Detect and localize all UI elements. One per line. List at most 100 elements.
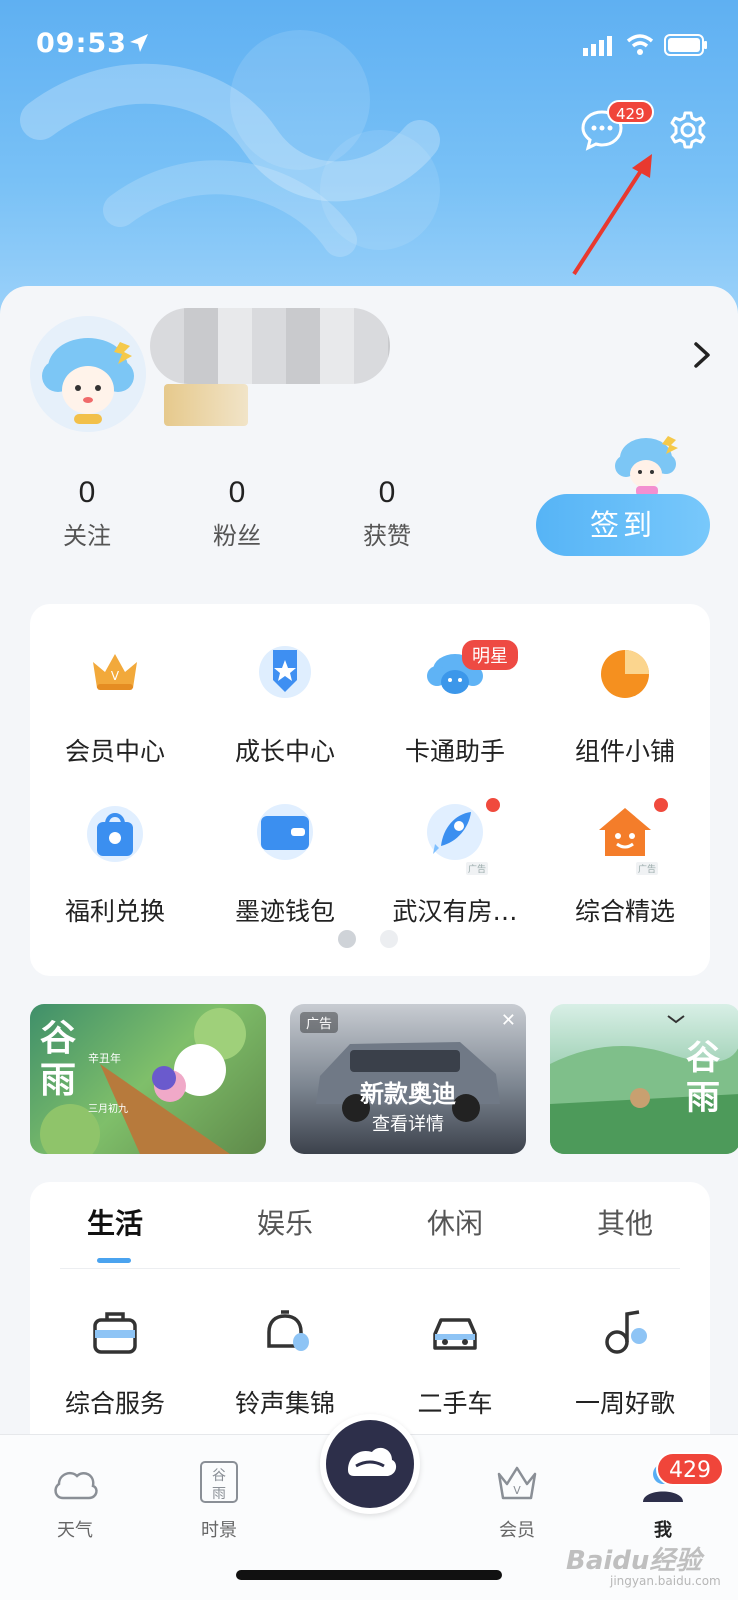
banner-close-icon[interactable]: ✕ <box>501 1010 516 1031</box>
guyu-glyph-1: 谷 <box>212 1468 226 1484</box>
grid-item-label: 福利兑换 <box>64 897 165 926</box>
service-label: 二手车 <box>417 1389 493 1418</box>
banner-year: 辛丑年 <box>88 1052 121 1065</box>
grid-item-widget-shop[interactable]: 组件小铺 <box>540 640 710 768</box>
grid-item-vip-center[interactable]: V 会员中心 <box>30 640 200 768</box>
page-dot-active <box>338 930 356 948</box>
banner-headline: 新款奥迪 <box>360 1080 456 1108</box>
grid-item-label: 武汉有房… <box>392 897 518 926</box>
grid-item-label: 组件小铺 <box>574 737 675 766</box>
signal-icon <box>583 36 612 56</box>
home-indicator <box>236 1570 502 1580</box>
rocket-icon <box>427 804 483 860</box>
username-blurred <box>150 308 390 384</box>
stat-following[interactable]: 0 关注 <box>42 476 132 551</box>
watermark: Baidu经验 <box>566 1546 702 1576</box>
grid-item-label: 会员中心 <box>64 737 165 766</box>
stat-label: 粉丝 <box>213 522 261 550</box>
nav-vip[interactable]: V 会员 <box>462 1458 572 1542</box>
grid-item-wuhan-housing[interactable]: 武汉有房… <box>370 800 540 928</box>
service-ringtones[interactable]: 铃声集锦 <box>200 1302 370 1420</box>
service-label: 一周好歌 <box>574 1389 675 1418</box>
car-icon <box>433 1318 477 1350</box>
page-indicator <box>338 930 402 950</box>
grid-item-wallet[interactable]: 墨迹钱包 <box>200 800 370 928</box>
crown-outline-icon: V <box>497 1466 537 1500</box>
moji-logo-icon <box>348 1447 397 1476</box>
grid-item-label: 墨迹钱包 <box>234 897 335 926</box>
stat-value: 0 <box>78 476 96 509</box>
mascot-avatar-icon <box>30 316 146 432</box>
message-badge: 429 <box>607 100 654 124</box>
nav-weather[interactable]: 天气 <box>20 1458 130 1542</box>
pie-icon <box>601 650 649 698</box>
stat-likes[interactable]: 0 获赞 <box>342 476 432 551</box>
battery-icon <box>664 34 707 56</box>
page-dot <box>380 930 398 948</box>
stat-fans[interactable]: 0 粉丝 <box>192 476 282 551</box>
notification-dot <box>654 798 668 812</box>
grid-item-label: 综合精选 <box>574 897 675 926</box>
banner-title: 谷雨 <box>686 1038 720 1118</box>
nav-label: 天气 <box>57 1520 93 1541</box>
me-notification-badge: 429 <box>656 1452 724 1486</box>
bell-icon <box>267 1310 309 1351</box>
ad-tag: 广告 <box>636 862 659 875</box>
grid-item-label: 成长中心 <box>234 737 335 766</box>
checkin-button[interactable]: 签到 <box>536 494 710 556</box>
music-note-icon <box>605 1310 647 1354</box>
center-home-button[interactable] <box>320 1414 420 1514</box>
settings-gear-icon[interactable] <box>668 110 708 150</box>
wifi-icon <box>626 34 654 55</box>
service-label: 综合服务 <box>64 1389 165 1418</box>
grid-item-growth-center[interactable]: 成长中心 <box>200 640 370 768</box>
banner-title: 谷雨 <box>40 1018 77 1101</box>
user-level-blurred <box>164 384 248 426</box>
status-bar: 09:53 <box>0 0 738 88</box>
chevron-right-icon[interactable] <box>690 340 714 370</box>
divider <box>60 1268 680 1269</box>
banner-guyu[interactable]: 谷雨 辛丑年 三月初九 <box>30 1004 266 1154</box>
status-time: 09:53 <box>36 28 127 59</box>
tab-other[interactable]: 其他 <box>540 1202 710 1242</box>
tab-life[interactable]: 生活 <box>30 1202 200 1242</box>
svg-text:V: V <box>513 1484 521 1497</box>
crown-icon: V <box>93 654 137 690</box>
tab-leisure[interactable]: 休闲 <box>370 1202 540 1242</box>
active-tab-indicator <box>97 1258 131 1263</box>
nav-label: 我 <box>654 1520 672 1541</box>
mascot-icon <box>615 436 678 496</box>
shopping-bag-icon <box>87 806 143 862</box>
service-weekly-songs[interactable]: 一周好歌 <box>540 1302 710 1420</box>
stat-label: 关注 <box>63 522 111 550</box>
medal-icon <box>259 646 311 698</box>
wallet-icon <box>257 804 313 860</box>
guyu-glyph-2: 雨 <box>212 1486 226 1502</box>
stat-label: 获赞 <box>363 522 411 550</box>
ad-tag: 广告 <box>466 862 489 875</box>
cloud-icon <box>54 1472 98 1500</box>
stat-value: 0 <box>228 476 246 509</box>
nav-label: 时景 <box>201 1520 237 1541</box>
briefcase-icon <box>93 1312 137 1354</box>
nav-label: 会员 <box>499 1520 535 1541</box>
avatar[interactable] <box>30 316 146 432</box>
service-used-car[interactable]: 二手车 <box>370 1302 540 1420</box>
service-label: 铃声集锦 <box>234 1389 335 1418</box>
annotation-arrow-icon <box>572 154 652 276</box>
location-arrow-icon <box>130 34 148 52</box>
nav-scenery[interactable]: 谷 雨 时景 <box>164 1458 274 1542</box>
banner-ad-audi[interactable]: 广告 ✕ 新款奥迪 查看详情 <box>290 1004 526 1154</box>
grid-item-curated[interactable]: 综合精选 <box>540 800 710 928</box>
watermark-url: jingyan.baidu.com <box>610 1574 721 1588</box>
house-icon <box>599 808 651 856</box>
service-general[interactable]: 综合服务 <box>30 1302 200 1420</box>
guyu-icon: 谷 雨 <box>200 1461 238 1503</box>
stat-value: 0 <box>378 476 396 509</box>
banner-cta[interactable]: 查看详情 <box>290 1110 526 1136</box>
tab-entertainment[interactable]: 娱乐 <box>200 1202 370 1242</box>
grid-item-rewards-exchange[interactable]: 福利兑换 <box>30 800 200 928</box>
banner-guyu-2[interactable]: 谷雨 <box>550 1004 738 1154</box>
star-tag: 明星 <box>462 640 518 670</box>
notification-dot <box>486 798 500 812</box>
